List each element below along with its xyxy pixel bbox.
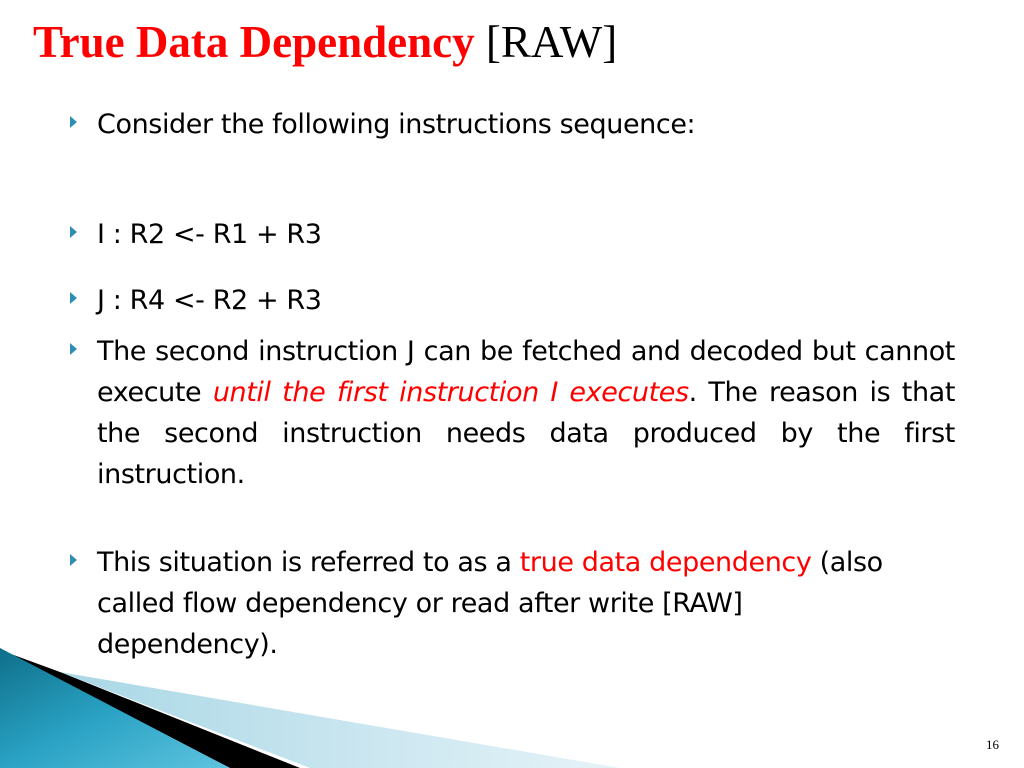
bullet-item: J : R4 <- R2 + R3 [70, 280, 322, 321]
highlight-text: true data dependency [519, 547, 812, 578]
bullet-text: Consider the following instructions sequ… [97, 109, 696, 140]
triangle-bullet-icon [70, 343, 77, 355]
bullet-item: This situation is referred to as a true … [70, 542, 927, 665]
title-suffix: [RAW] [485, 17, 618, 67]
highlight-text: until the first instruction I executes [212, 377, 689, 408]
title-main: True Data Dependency [33, 17, 475, 67]
triangle-bullet-icon [70, 226, 77, 238]
paragraph-text: This situation is referred to as a [97, 547, 520, 578]
triangle-bullet-icon [70, 292, 77, 304]
bullet-item: The second instruction J can be fetched … [70, 331, 955, 495]
instruction-j: J : R4 <- R2 + R3 [97, 285, 322, 316]
slide: True Data Dependency [RAW] Consider the … [0, 0, 1024, 768]
bullet-item: I : R2 <- R1 + R3 [70, 214, 322, 255]
bullet-paragraph: The second instruction J can be fetched … [97, 331, 955, 495]
triangle-bullet-icon [70, 554, 77, 566]
bullet-paragraph: This situation is referred to as a true … [97, 542, 927, 665]
bullet-item: Consider the following instructions sequ… [70, 104, 696, 145]
instruction-i: I : R2 <- R1 + R3 [97, 219, 322, 250]
triangle-bullet-icon [70, 116, 77, 128]
page-number: 16 [986, 737, 999, 752]
slide-title: True Data Dependency [RAW] [33, 12, 617, 72]
